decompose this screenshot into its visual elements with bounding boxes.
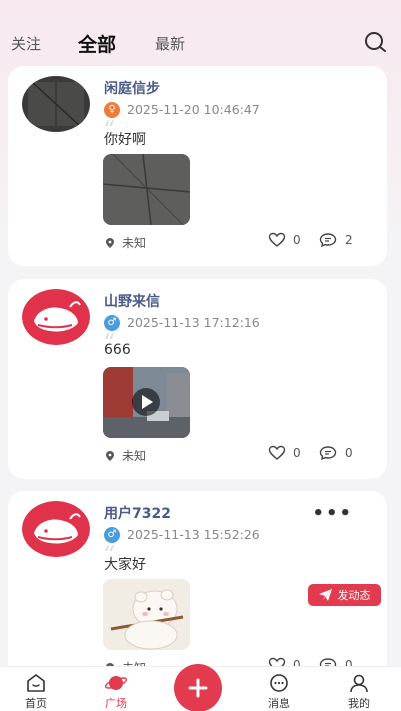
like-count: 0: [293, 446, 301, 460]
nav-home-label: 首页: [25, 697, 47, 710]
tab-follow[interactable]: 关注: [11, 33, 41, 54]
post-button-label: 发动态: [337, 589, 371, 602]
like-button[interactable]: 0: [268, 232, 301, 248]
location-text: 未知: [122, 236, 147, 250]
avatar[interactable]: [22, 501, 90, 557]
nav-messages-label: 消息: [268, 697, 290, 710]
paper-plane-icon: [318, 589, 332, 601]
post-timestamp: 2025-11-13 15:52:26: [127, 527, 260, 542]
planet-icon: [105, 676, 127, 690]
location-text: 未知: [122, 449, 147, 463]
tab-all[interactable]: 全部: [78, 30, 116, 57]
post-content: 大家好: [104, 557, 146, 573]
top-tab-bar: 关注 全部 最新: [0, 0, 401, 64]
location: 未知: [104, 234, 146, 251]
add-post-button[interactable]: [174, 664, 222, 711]
comment-button[interactable]: 2: [319, 232, 353, 248]
like-count: 0: [293, 233, 301, 247]
nav-plaza[interactable]: 广场: [86, 667, 146, 711]
nav-home[interactable]: 首页: [6, 667, 66, 711]
comment-count: 2: [345, 233, 353, 247]
post-timestamp: 2025-11-20 10:46:47: [127, 102, 260, 117]
heart-icon: [268, 232, 286, 247]
location-pin-icon: [106, 450, 114, 461]
username[interactable]: 闲庭信步: [104, 78, 160, 98]
avatar[interactable]: [22, 76, 90, 132]
user-icon: [350, 674, 368, 693]
bottom-nav: 首页 广场 消息 我的: [0, 664, 401, 711]
post-image[interactable]: [103, 154, 190, 225]
more-options-icon[interactable]: •••: [312, 503, 353, 524]
post-card[interactable]: 山野来信 ♂ 2025-11-13 17:12:16 “ 666 未知 0 0: [8, 279, 387, 479]
home-icon: [27, 674, 45, 692]
message-icon: [270, 674, 288, 692]
username[interactable]: 用户7322: [104, 503, 171, 523]
location-pin-icon: [106, 237, 114, 248]
post-timestamp: 2025-11-13 17:12:16: [127, 315, 260, 330]
tab-latest[interactable]: 最新: [155, 33, 185, 54]
post-video[interactable]: [103, 367, 190, 438]
nav-messages[interactable]: 消息: [249, 667, 309, 711]
search-icon[interactable]: [363, 30, 387, 54]
username[interactable]: 山野来信: [104, 291, 160, 311]
comment-count: 0: [345, 446, 353, 460]
post-content: 你好啊: [104, 132, 146, 148]
post-dynamic-button[interactable]: 发动态: [308, 584, 381, 606]
nav-mine-label: 我的: [348, 697, 370, 710]
post-image[interactable]: [103, 579, 190, 650]
heart-icon: [268, 445, 286, 460]
plus-icon: [188, 678, 208, 698]
like-button[interactable]: 0: [268, 445, 301, 461]
nav-mine[interactable]: 我的: [329, 667, 389, 711]
comment-icon: [319, 233, 337, 248]
comment-icon: [319, 446, 337, 461]
post-content: 666: [104, 342, 131, 358]
nav-plaza-label: 广场: [105, 697, 127, 710]
comment-button[interactable]: 0: [319, 445, 353, 461]
avatar[interactable]: [22, 289, 90, 345]
post-card[interactable]: 闲庭信步 ♀ 2025-11-20 10:46:47 “ 你好啊 未知 0 2: [8, 66, 387, 266]
location: 未知: [104, 447, 146, 464]
